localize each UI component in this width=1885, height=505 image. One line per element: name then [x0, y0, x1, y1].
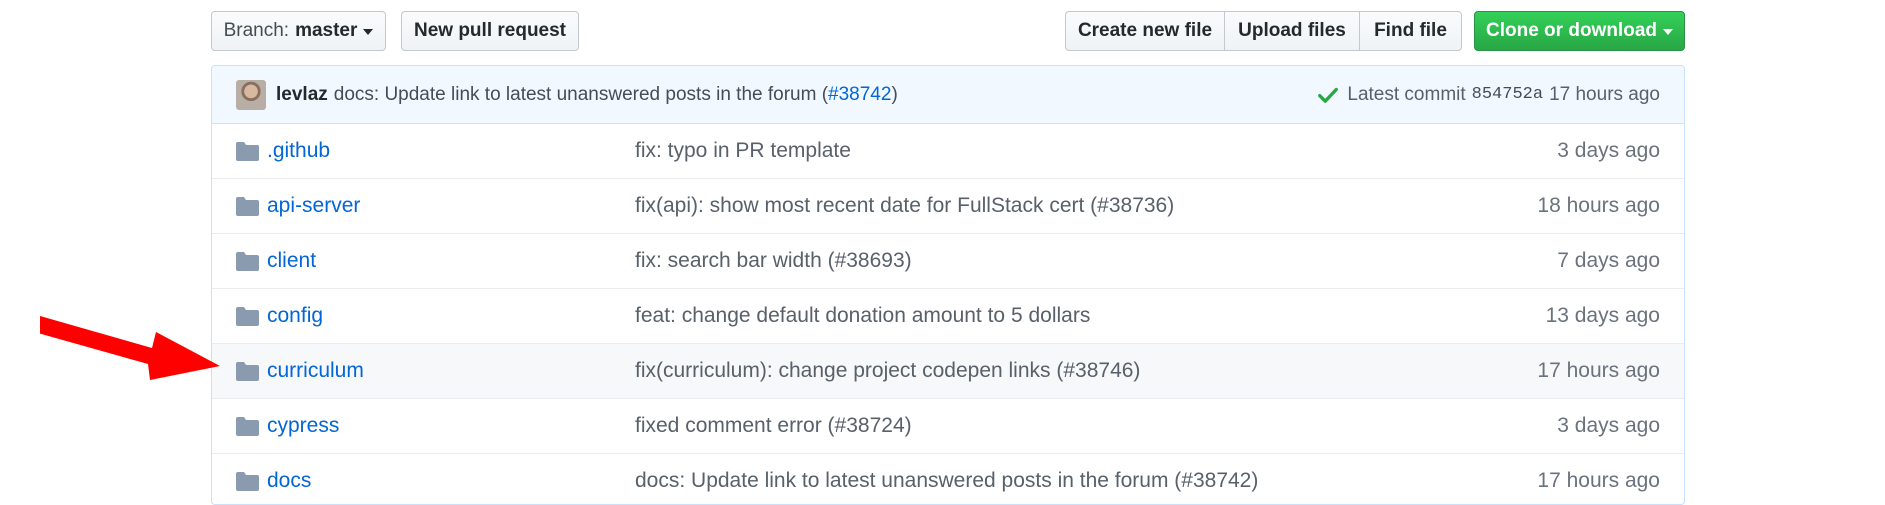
folder-icon [236, 196, 259, 216]
file-age: 3 days ago [1557, 139, 1660, 162]
latest-commit-bar: levlaz docs: Update link to latest unans… [212, 66, 1684, 124]
commit-sha-link[interactable]: 854752a [1472, 85, 1543, 104]
branch-prefix-label: Branch: [223, 20, 290, 41]
chevron-down-icon [1663, 29, 1673, 35]
file-commit-message[interactable]: feat: change default donation amount to … [635, 304, 1090, 328]
file-name-link[interactable]: api-server [267, 194, 360, 218]
folder-icon [236, 251, 259, 271]
commit-message-text: docs: Update link to latest unanswered p… [333, 83, 829, 105]
file-commit-message[interactable]: docs: Update link to latest unanswered p… [635, 469, 1258, 493]
file-age: 3 days ago [1557, 414, 1660, 437]
commit-message-end: ) [891, 83, 898, 105]
commit-pr-link[interactable]: #38742 [828, 84, 891, 105]
clone-label: Clone or download [1486, 20, 1657, 41]
commit-meta: Latest commit 854752a 17 hours ago [1317, 66, 1660, 123]
red-arrow-icon [40, 316, 220, 380]
upload-files-button[interactable]: Upload files [1224, 11, 1360, 51]
file-rows: .github fix: typo in PR template 3 days … [212, 124, 1684, 504]
file-name-link[interactable]: curriculum [267, 359, 364, 383]
file-commit-message[interactable]: fix(api): show most recent date for Full… [635, 194, 1174, 218]
file-age: 18 hours ago [1537, 194, 1660, 217]
commit-author-link[interactable]: levlaz [276, 84, 328, 106]
file-commit-message[interactable]: fixed comment error (#38724) [635, 414, 912, 438]
file-name-link[interactable]: .github [267, 139, 330, 163]
file-name-link[interactable]: client [267, 249, 316, 273]
file-age: 13 days ago [1545, 304, 1660, 327]
table-row: docs docs: Update link to latest unanswe… [212, 453, 1684, 504]
file-name-link[interactable]: cypress [267, 414, 339, 438]
file-name-link[interactable]: config [267, 304, 323, 328]
file-commit-message[interactable]: fix: search bar width (#38693) [635, 249, 912, 273]
avatar[interactable] [236, 79, 266, 110]
clone-or-download-button[interactable]: Clone or download [1474, 11, 1685, 51]
file-listing: levlaz docs: Update link to latest unans… [211, 65, 1685, 505]
find-file-button[interactable]: Find file [1359, 11, 1462, 51]
table-row: .github fix: typo in PR template 3 days … [212, 124, 1684, 178]
file-age: 17 hours ago [1537, 469, 1660, 492]
chevron-down-icon [363, 29, 374, 35]
create-new-file-button[interactable]: Create new file [1065, 11, 1225, 51]
new-pull-request-button[interactable]: New pull request [401, 11, 579, 51]
latest-commit-label: Latest commit [1347, 83, 1466, 105]
file-age: 17 hours ago [1537, 359, 1660, 382]
table-row: api-server fix(api): show most recent da… [212, 178, 1684, 233]
folder-icon [236, 141, 259, 161]
folder-icon [236, 471, 259, 491]
table-row: cypress fixed comment error (#38724) 3 d… [212, 398, 1684, 453]
file-age: 7 days ago [1557, 249, 1660, 272]
folder-icon [236, 361, 259, 381]
folder-icon [236, 306, 259, 326]
file-navigation-toolbar: Branch: master New pull request Create n… [211, 11, 1685, 53]
check-icon [1318, 87, 1339, 103]
file-commit-message[interactable]: fix(curriculum): change project codepen … [635, 359, 1140, 383]
commit-age: 17 hours ago [1549, 83, 1660, 105]
table-row: curriculum fix(curriculum): change proje… [212, 343, 1684, 398]
branch-select-button[interactable]: Branch: master [211, 11, 386, 51]
table-row: config feat: change default donation amo… [212, 288, 1684, 343]
commit-message[interactable]: docs: Update link to latest unanswered p… [334, 84, 898, 106]
folder-icon [236, 416, 259, 436]
table-row: client fix: search bar width (#38693) 7 … [212, 233, 1684, 288]
branch-name: master [295, 20, 358, 41]
file-actions-group: Create new file Upload files Find file [1065, 11, 1462, 51]
file-commit-message[interactable]: fix: typo in PR template [635, 139, 851, 163]
file-name-link[interactable]: docs [267, 469, 311, 493]
